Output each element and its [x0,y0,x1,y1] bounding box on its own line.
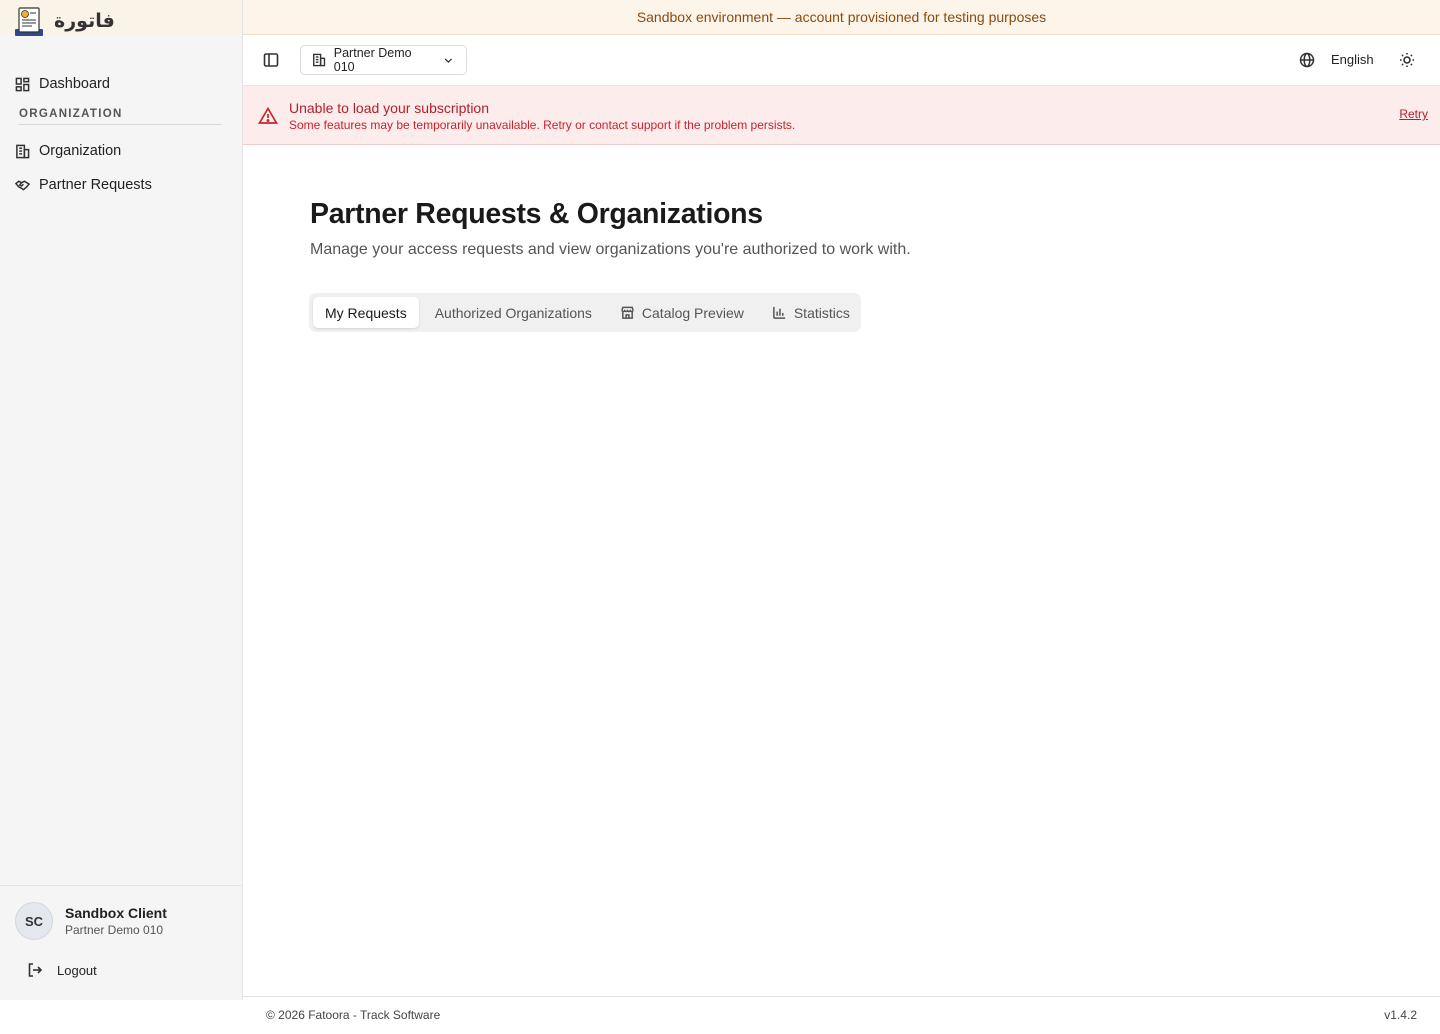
footer-copyright: © 2026 Fatoora - Track Software [266,1008,441,1022]
user-name: Sandbox Client [65,905,167,921]
sidebar-item-label: Partner Requests [39,177,152,193]
sidebar: فاتورة Dashboard ORGANIZATION Organizati… [0,0,243,1000]
user-organization: Partner Demo 010 [65,923,164,937]
sidebar-item-label: Dashboard [39,76,110,92]
tab-authorized-organizations[interactable]: Authorized Organizations [423,297,604,328]
top-header: Partner Demo 010 English [243,35,1440,86]
sidebar-item-organization[interactable]: Organization [0,134,242,168]
error-title: Unable to load your subscription [289,100,490,116]
handshake-icon [15,179,30,191]
sandbox-banner-text: Sandbox environment — account provisione… [636,9,1047,25]
sidebar-item-partner-requests[interactable]: Partner Requests [0,168,242,202]
brand-name: فاتورة [54,9,115,32]
tab-list: My Requests Authorized Organizations Cat… [309,293,861,332]
bar-chart-icon [772,306,785,319]
tab-label: Catalog Preview [641,304,744,321]
dashboard-grid-icon [15,77,30,91]
globe-icon [1299,52,1315,68]
warning-triangle-icon [258,106,278,126]
sidebar-item-dashboard[interactable]: Dashboard [0,67,242,101]
sandbox-banner: Sandbox environment — account provisione… [243,0,1440,35]
tab-catalog-preview[interactable]: Catalog Preview [608,297,756,328]
language-selector[interactable]: English [1331,52,1374,67]
sidebar-divider [18,124,222,125]
sidebar-toggle-button[interactable] [263,52,279,68]
building-icon [313,53,326,67]
brand[interactable]: فاتورة [0,0,242,36]
theme-toggle-button[interactable] [1399,52,1415,68]
footer: © 2026 Fatoora - Track Software v1.4.2 [243,996,1440,1034]
sidebar-section-label: ORGANIZATION [19,108,123,120]
tab-label: Statistics [793,304,850,321]
retry-link[interactable]: Retry [1399,107,1428,121]
chevron-down-icon [444,57,453,63]
user-panel: SC Sandbox Client Partner Demo 010 Logou… [0,885,242,1000]
logout-button[interactable]: Logout [0,962,242,978]
panel-left-icon [263,53,279,67]
store-icon [621,306,634,319]
tab-label: Authorized Organizations [434,304,592,321]
organization-selector-value: Partner Demo 010 [333,46,412,74]
avatar: SC [15,902,53,940]
sidebar-item-label: Organization [39,143,122,159]
error-description: Some features may be temporarily unavail… [289,118,796,132]
user-info[interactable]: SC Sandbox Client Partner Demo 010 [0,886,242,940]
tab-my-requests[interactable]: My Requests [313,297,419,328]
organization-selector[interactable]: Partner Demo 010 [300,45,467,75]
building-icon [16,144,30,158]
logout-icon [28,963,43,977]
sun-icon [1400,53,1414,67]
tab-statistics[interactable]: Statistics [760,297,862,328]
footer-version: v1.4.2 [1384,1008,1417,1022]
invoice-logo-icon [15,6,43,36]
subscription-error-banner: Unable to load your subscription Some fe… [243,86,1440,145]
page-subtitle: Manage your access requests and view org… [310,241,911,258]
page-title: Partner Requests & Organizations [310,198,763,230]
tab-label: My Requests [325,304,407,321]
logout-label: Logout [57,962,97,978]
